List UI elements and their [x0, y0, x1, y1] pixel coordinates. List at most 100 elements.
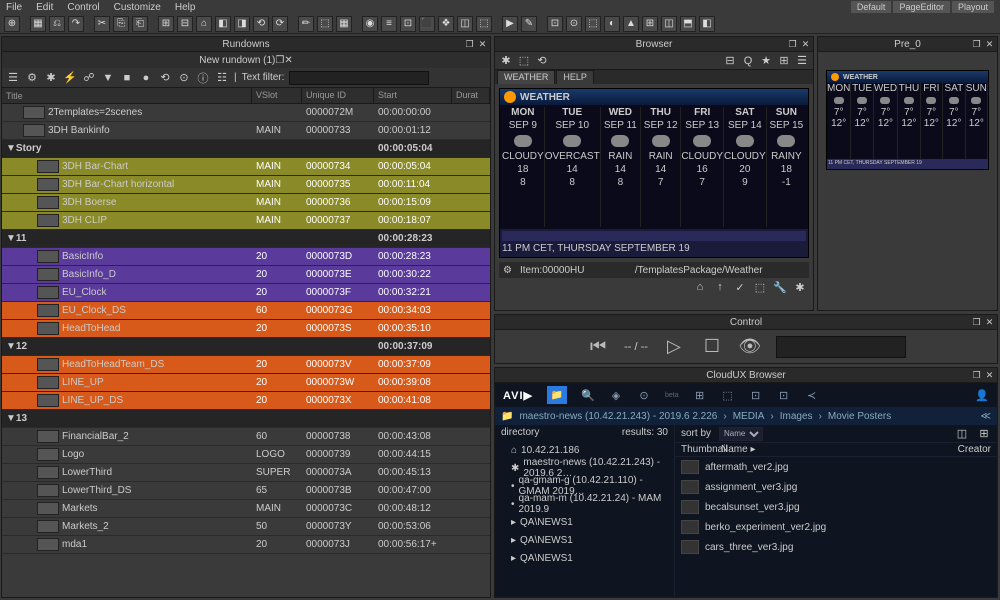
col-title[interactable]: Title	[2, 88, 252, 103]
view1-icon[interactable]: ◫	[955, 427, 969, 441]
breadcrumb[interactable]: 📁 maestro-news (10.42.21.243) - 2019.6 2…	[495, 407, 997, 425]
table-row[interactable]: BasicInfo200000073D00:00:28:23	[2, 248, 490, 266]
table-row[interactable]: ▼ 1200:00:37:09	[2, 338, 490, 356]
rundown-rows[interactable]: 2Templates=2scenes0000072M00:00:00:003DH…	[2, 104, 490, 597]
filter-icon-0[interactable]: ☷	[215, 71, 229, 85]
table-row[interactable]: EU_Clock_DS600000073G00:00:34:03	[2, 302, 490, 320]
close-icon[interactable]: ✕	[984, 317, 995, 328]
table-row[interactable]: BasicInfo_D200000073E00:00:30:22	[2, 266, 490, 284]
grid-icon[interactable]: ⊞	[693, 388, 707, 402]
expand-icon[interactable]: ▼	[6, 413, 16, 424]
restore-icon[interactable]: ❐	[971, 317, 982, 328]
toolbar-btn-12[interactable]: ⟲	[253, 16, 269, 32]
expand-icon[interactable]: ▼	[6, 143, 16, 154]
close-icon[interactable]: ✕	[800, 39, 811, 50]
rundown-tab[interactable]: New rundown (1)	[199, 55, 275, 66]
dir-item[interactable]: ▸QA\NEWS1	[495, 531, 674, 549]
box-icon[interactable]: ⬚	[721, 388, 735, 402]
toolbar-btn-0[interactable]: ⊕	[4, 16, 20, 32]
close-icon[interactable]: ✕	[477, 39, 488, 50]
table-row[interactable]: LINE_UP_DS200000073X00:00:41:08	[2, 392, 490, 410]
gear-icon[interactable]: ⚙	[503, 265, 512, 276]
filter-icon-3[interactable]: ⟲	[158, 71, 172, 85]
play-button[interactable]: ▷	[662, 335, 686, 359]
restore-icon[interactable]: ❐	[971, 370, 982, 381]
table-row[interactable]: LowerThird_DS650000073B00:00:47:00	[2, 482, 490, 500]
filter-icon-8[interactable]: ⚡	[63, 71, 77, 85]
stop-button[interactable]: ☐	[700, 335, 724, 359]
table-row[interactable]: 3DH CLIPMAIN0000073700:00:18:07	[2, 212, 490, 230]
skip-back-button[interactable]: ⏮	[586, 335, 610, 359]
filter-icon-5[interactable]: ■	[120, 71, 134, 85]
tab-close-icon[interactable]: ✕	[284, 55, 292, 66]
toolbar-btn-32[interactable]: ◫	[661, 16, 677, 32]
toolbar-btn-30[interactable]: ▲	[623, 16, 639, 32]
preview-button[interactable]: 👁	[738, 335, 762, 359]
filter-icon-9[interactable]: ✱	[44, 71, 58, 85]
tab-weather[interactable]: WEATHER	[497, 70, 555, 84]
mode-pageeditor[interactable]: PageEditor	[893, 1, 950, 13]
toolbar-btn-23[interactable]: ⬚	[476, 16, 492, 32]
toolbar-btn-7[interactable]: ⊞	[158, 16, 174, 32]
toolbar-btn-28[interactable]: ⬚	[585, 16, 601, 32]
table-row[interactable]: FinancialBar_2600000073800:00:43:08	[2, 428, 490, 446]
toolbar-btn-26[interactable]: ⊡	[547, 16, 563, 32]
refresh-icon[interactable]: ⟲	[535, 54, 549, 68]
menu-help[interactable]: Help	[175, 2, 196, 13]
table-row[interactable]: LowerThirdSUPER0000073A00:00:45:13	[2, 464, 490, 482]
collapse-icon[interactable]: ≪	[981, 411, 991, 422]
table-row[interactable]: HeadToHeadTeam_DS200000073V00:00:37:09	[2, 356, 490, 374]
expand-icon[interactable]: ▼	[6, 233, 16, 244]
toolbar-btn-27[interactable]: ⊙	[566, 16, 582, 32]
menu-control[interactable]: Control	[67, 2, 99, 13]
toolbar-btn-22[interactable]: ◫	[457, 16, 473, 32]
toolbar-btn-10[interactable]: ◧	[215, 16, 231, 32]
menu-file[interactable]: File	[6, 2, 22, 13]
file-row[interactable]: aftermath_ver2.jpg	[675, 457, 997, 477]
menu-edit[interactable]: Edit	[36, 2, 53, 13]
file-row[interactable]: assignment_ver3.jpg	[675, 477, 997, 497]
toolbar-btn-15[interactable]: ⬚	[317, 16, 333, 32]
dir-item[interactable]: ▸QA\NEWS1	[495, 549, 674, 567]
file-row[interactable]: cars_three_ver3.jpg	[675, 537, 997, 557]
col-dur[interactable]: Durat	[452, 88, 490, 103]
toolbar-btn-21[interactable]: ❖	[438, 16, 454, 32]
control-input[interactable]	[776, 336, 906, 358]
table-row[interactable]: 3DH Bar-ChartMAIN0000073400:00:05:04	[2, 158, 490, 176]
search-icon[interactable]: Q	[741, 54, 755, 68]
toolbar-btn-31[interactable]: ⊞	[642, 16, 658, 32]
browser-action-2[interactable]: ✓	[733, 280, 747, 294]
share-icon[interactable]: ≺	[805, 388, 819, 402]
table-row[interactable]: ▼ 13	[2, 410, 490, 428]
table-row[interactable]: MarketsMAIN0000073C00:00:48:12	[2, 500, 490, 518]
mode-playout[interactable]: Playout	[952, 1, 994, 13]
toolbar-btn-6[interactable]: ⎗	[132, 16, 148, 32]
toolbar-btn-5[interactable]: ⎘	[113, 16, 129, 32]
expand-icon[interactable]: ▼	[6, 341, 16, 352]
toolbar-btn-1[interactable]: ▦	[30, 16, 46, 32]
col-vslot[interactable]: VSlot	[252, 88, 302, 103]
table-row[interactable]: Markets_2500000073Y00:00:53:06	[2, 518, 490, 536]
minus-icon[interactable]: ⊟	[723, 54, 737, 68]
toolbar-btn-3[interactable]: ↷	[68, 16, 84, 32]
filter-icon-1[interactable]: ⓘ	[196, 71, 210, 85]
restore-icon[interactable]: ❐	[787, 39, 798, 50]
table-row[interactable]: LINE_UP200000073W00:00:39:08	[2, 374, 490, 392]
text-filter-input[interactable]	[289, 71, 429, 85]
user-icon[interactable]: 👤	[975, 388, 989, 402]
toolbar-btn-14[interactable]: ✏	[298, 16, 314, 32]
restore-icon[interactable]: ❐	[464, 39, 475, 50]
film-icon[interactable]: ⊡	[777, 388, 791, 402]
browser-action-4[interactable]: 🔧	[773, 280, 787, 294]
table-row[interactable]: ▼ 1100:00:28:23	[2, 230, 490, 248]
tab-help[interactable]: HELP	[556, 70, 594, 84]
table-row[interactable]: ▼ Story00:00:05:04	[2, 140, 490, 158]
toolbar-btn-16[interactable]: ▦	[336, 16, 352, 32]
col-start[interactable]: Start	[374, 88, 452, 103]
folder-icon[interactable]: 📁	[547, 386, 567, 404]
toolbar-btn-25[interactable]: ✎	[521, 16, 537, 32]
file-row[interactable]: berko_experiment_ver2.jpg	[675, 517, 997, 537]
filter-icon-2[interactable]: ⊙	[177, 71, 191, 85]
file-row[interactable]: becalsunset_ver3.jpg	[675, 497, 997, 517]
col-name[interactable]: Name ▸	[721, 444, 958, 455]
